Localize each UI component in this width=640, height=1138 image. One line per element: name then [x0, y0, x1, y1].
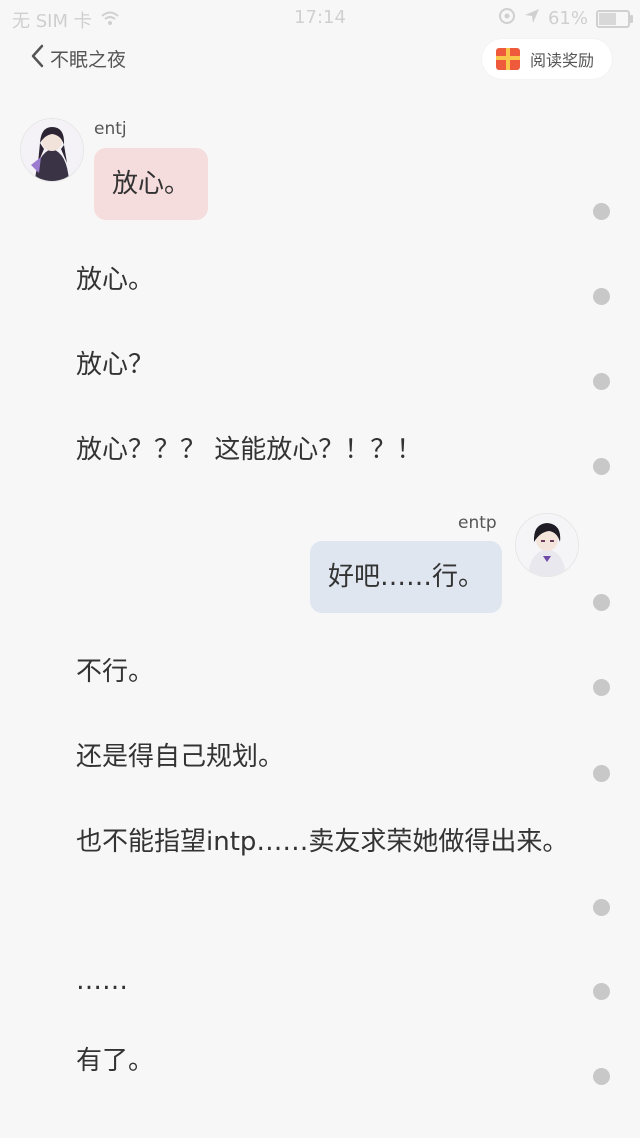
status-right: 61% — [498, 7, 633, 30]
nav-bar: 不眠之夜 阅读奖励 — [0, 38, 640, 82]
chat-bubble-entj: 放心。 — [94, 148, 209, 220]
speaker-name-entj: entj — [94, 119, 127, 139]
paragraph-comment-dot[interactable] — [593, 899, 610, 916]
paragraph-text: 不行。 — [76, 657, 155, 687]
speaker-name-entp: entp — [458, 513, 497, 533]
avatar-entp[interactable] — [515, 513, 579, 577]
back-button[interactable]: 不眠之夜 — [30, 44, 126, 73]
paragraph: 也不能指望intp……卖友求荣她做得出来。 — [18, 816, 578, 868]
paragraph: 有了。 — [18, 1035, 578, 1087]
paragraph: 放心？ — [18, 339, 578, 391]
paragraph-comment-dot[interactable] — [593, 373, 610, 390]
paragraph: 不行。 — [18, 646, 578, 698]
location-icon — [524, 8, 540, 29]
paragraph-text: 放心？？？ 这能放心？！？！ — [76, 435, 423, 465]
paragraph-comment-dot[interactable] — [593, 1068, 610, 1085]
paragraph-comment-dot[interactable] — [593, 983, 610, 1000]
battery-level — [599, 12, 616, 25]
book-title: 不眠之夜 — [50, 49, 127, 71]
paragraph: …… — [18, 955, 578, 1007]
reading-reward-label: 阅读奖励 — [529, 51, 594, 70]
paragraph-text: 放心。 — [76, 265, 155, 295]
chat-bubble-entp: 好吧……行。 — [309, 541, 502, 613]
chevron-left-icon — [30, 44, 44, 73]
paragraph-comment-dot[interactable] — [593, 594, 610, 611]
paragraph-text: 有了。 — [76, 1046, 155, 1076]
status-bar: 无 SIM 卡 17:14 61% — [0, 0, 640, 36]
battery-icon — [596, 9, 633, 28]
paragraph-text: 也不能指望intp……卖友求荣她做得出来。 — [76, 827, 569, 857]
orientation-lock-icon — [498, 7, 516, 30]
paragraph-comment-dot[interactable] — [593, 679, 610, 696]
avatar-entj[interactable] — [20, 118, 84, 182]
paragraph-text: …… — [76, 966, 128, 996]
gift-icon — [495, 48, 520, 70]
battery-percent: 61% — [547, 8, 588, 29]
paragraph: 放心。 — [18, 254, 578, 306]
paragraph-comment-dot[interactable] — [593, 203, 610, 220]
paragraph-text: 还是得自己规划。 — [76, 742, 285, 772]
paragraph-comment-dot[interactable] — [593, 458, 610, 475]
paragraph: 还是得自己规划。 — [18, 731, 578, 783]
reading-reward-button[interactable]: 阅读奖励 — [481, 39, 612, 79]
paragraph-comment-dot[interactable] — [593, 288, 610, 305]
paragraph: 放心？？？ 这能放心？！？！ — [18, 424, 578, 476]
paragraph-comment-dot[interactable] — [593, 765, 610, 782]
paragraph-text: 放心？ — [76, 350, 155, 380]
